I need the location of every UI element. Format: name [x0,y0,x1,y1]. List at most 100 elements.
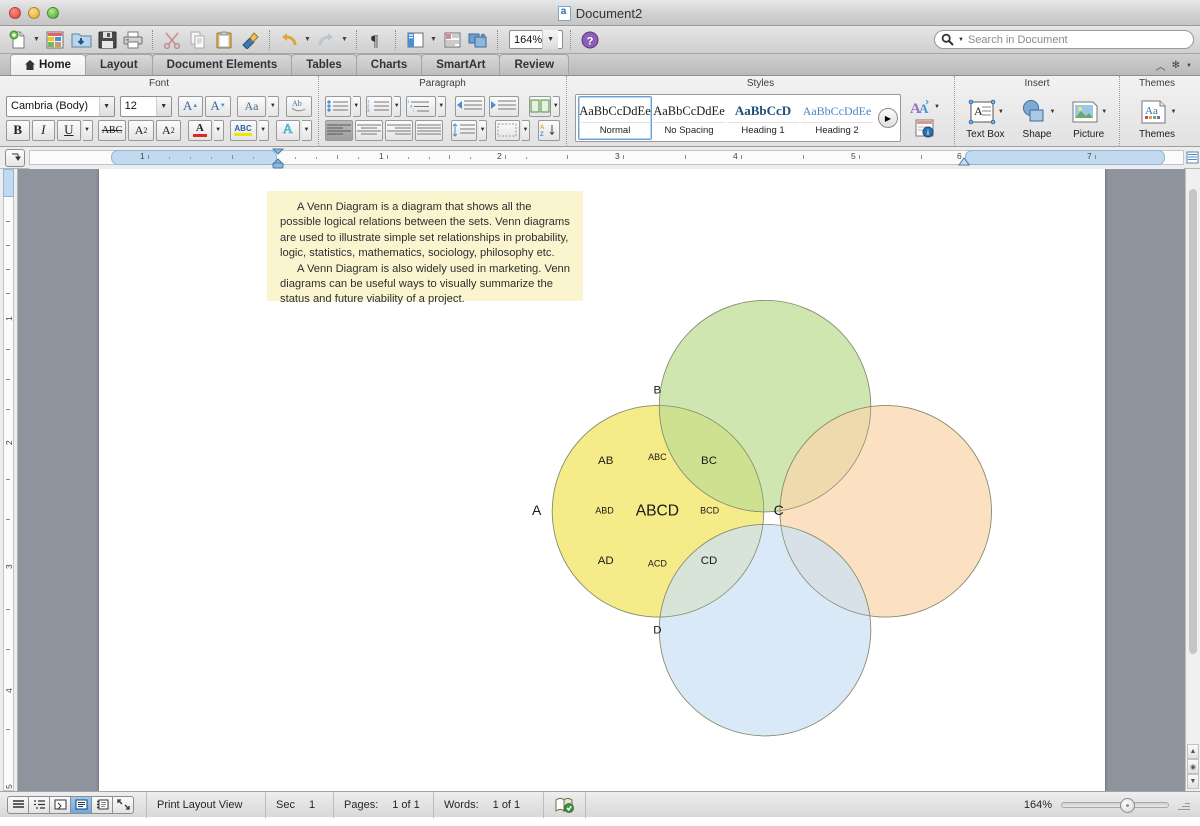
grow-font-button[interactable]: A ▲ [177,95,204,117]
publishing-view-button[interactable] [49,795,71,814]
insert-picture-button[interactable]: ▼ Picture [1064,96,1113,140]
borders-button[interactable] [495,119,520,141]
superscript-button[interactable]: A2 [128,119,154,141]
new-document-dropdown[interactable]: ▼ [32,29,41,51]
borders-dropdown[interactable]: ▼ [521,119,530,141]
shrink-font-button[interactable]: A ▼ [205,95,231,117]
multilevel-list-button[interactable]: 1ai [406,95,436,117]
bold-button[interactable]: B [6,119,30,141]
template-gallery-icon[interactable] [43,28,67,52]
insert-text-box-button[interactable]: A ▼ Text Box [961,96,1010,140]
draft-view-button[interactable] [7,795,29,814]
chevron-down-icon[interactable]: ▼ [1186,63,1192,69]
decrease-indent-button[interactable] [454,95,485,117]
zoom-input[interactable]: 164% ▼ [509,30,563,49]
font-color-button[interactable]: A [188,119,212,141]
clear-formatting-button[interactable]: Ab [285,95,312,117]
underline-dropdown[interactable]: ▼ [82,119,93,141]
search-box[interactable]: ▼ [934,30,1194,49]
paintbrush-icon[interactable] [238,28,262,52]
undo-arrow-icon[interactable] [277,28,301,52]
collapse-ribbon-icon[interactable]: ︿ [1156,58,1166,73]
bulleted-list-dropdown[interactable]: ▼ [353,95,361,117]
line-spacing-button[interactable] [451,119,477,141]
printer-icon[interactable] [121,28,145,52]
bulleted-list-button[interactable] [325,95,351,117]
tab-stop-selector[interactable] [5,148,25,167]
undo-dropdown[interactable]: ▼ [303,29,312,51]
select-browse-object-button[interactable]: ◉ [1187,759,1199,774]
venn-diagram[interactable]: A B C D AB BC AD CD ABC ABD BCD ACD ABCD [434,230,994,791]
horizontal-ruler[interactable]: 1 1 2 3 4 5 6 7 [29,146,1184,169]
open-folder-icon[interactable] [69,28,93,52]
document-canvas[interactable]: A Venn Diagram is a diagram that shows a… [18,169,1185,791]
right-indent-marker[interactable] [957,156,971,166]
italic-button[interactable]: I [31,119,56,141]
numbered-list-button[interactable]: 123 [365,95,392,117]
chevron-down-icon[interactable]: ▼ [998,109,1004,115]
redo-dropdown[interactable]: ▼ [340,29,349,51]
tab-document-elements[interactable]: Document Elements [151,54,293,75]
chevron-down-icon[interactable]: ▼ [1050,109,1056,115]
increase-indent-button[interactable] [488,95,519,117]
redo-arrow-icon[interactable] [314,28,338,52]
chevron-down-icon[interactable]: ▼ [98,96,114,116]
style-heading-2[interactable]: AaBbCcDdEe Heading 2 [800,96,874,140]
highlight-button[interactable]: ABC [229,119,257,141]
font-color-dropdown[interactable]: ▼ [213,119,224,141]
scroll-up-button[interactable]: ▲ [1187,744,1199,759]
tab-tables[interactable]: Tables [291,54,357,75]
manage-styles-icon[interactable]: AA [910,98,932,116]
outline-view-button[interactable] [28,795,50,814]
tab-charts[interactable]: Charts [355,54,423,75]
scroll-down-button[interactable]: ▼ [1187,774,1199,789]
close-button[interactable] [9,6,21,19]
focus-view-button[interactable] [112,795,134,814]
left-indent-marker[interactable] [271,162,285,169]
scissors-icon[interactable] [160,28,184,52]
document-page[interactable]: A Venn Diagram is a diagram that shows a… [99,169,1105,791]
align-center-button[interactable] [355,119,383,141]
tab-smartart[interactable]: SmartArt [421,54,501,75]
columns-button[interactable] [528,95,551,117]
minimize-button[interactable] [28,6,40,19]
tab-layout[interactable]: Layout [84,54,153,75]
zoom-slider[interactable] [1061,797,1169,813]
media-browser-icon[interactable] [440,28,464,52]
multilevel-list-dropdown[interactable]: ▼ [438,95,446,117]
chevron-down-icon[interactable]: ▼ [542,30,559,49]
numbered-list-dropdown[interactable]: ▼ [393,95,401,117]
tab-home[interactable]: Home [10,54,86,75]
insert-shape-button[interactable]: ▼ Shape [1013,96,1062,140]
text-effects-dropdown[interactable]: ▼ [302,119,312,141]
print-layout-view-button[interactable] [70,795,92,814]
search-input[interactable] [967,33,1187,46]
scrollbar-thumb[interactable] [1189,189,1197,654]
underline-button[interactable]: U [57,119,81,141]
themes-button[interactable]: Aa ▼ Themes [1130,96,1184,140]
sidebar-dropdown[interactable]: ▼ [429,29,438,51]
search-scope-caret[interactable]: ▼ [958,37,964,43]
pilcrow-icon[interactable]: ¶ [364,28,388,52]
styles-more-button[interactable]: ▶ [878,108,898,128]
font-family-select[interactable]: Cambria (Body) ▼ [6,95,115,117]
gear-icon[interactable]: ✻ [1172,60,1180,71]
new-document-button[interactable] [6,28,30,52]
highlight-dropdown[interactable]: ▼ [258,119,269,141]
justify-button[interactable] [415,119,443,141]
sidebar-toggle-icon[interactable] [1184,151,1200,164]
change-case-button[interactable]: Aa [236,95,267,117]
align-right-button[interactable] [385,119,413,141]
venn-circle-D[interactable] [658,523,872,737]
copy-icon[interactable] [186,28,210,52]
chevron-down-icon[interactable]: ▼ [1171,109,1177,115]
text-effects-button[interactable]: A [275,119,301,141]
sort-button[interactable]: AZ [537,119,560,141]
zoom-button[interactable] [47,6,59,19]
zoom-slider-knob[interactable] [1120,797,1135,813]
sidebar-panel-icon[interactable] [403,28,427,52]
line-spacing-dropdown[interactable]: ▼ [479,119,488,141]
align-left-button[interactable] [325,119,353,141]
columns-dropdown[interactable]: ▼ [552,95,560,117]
chevron-down-icon[interactable]: ▼ [155,96,171,116]
